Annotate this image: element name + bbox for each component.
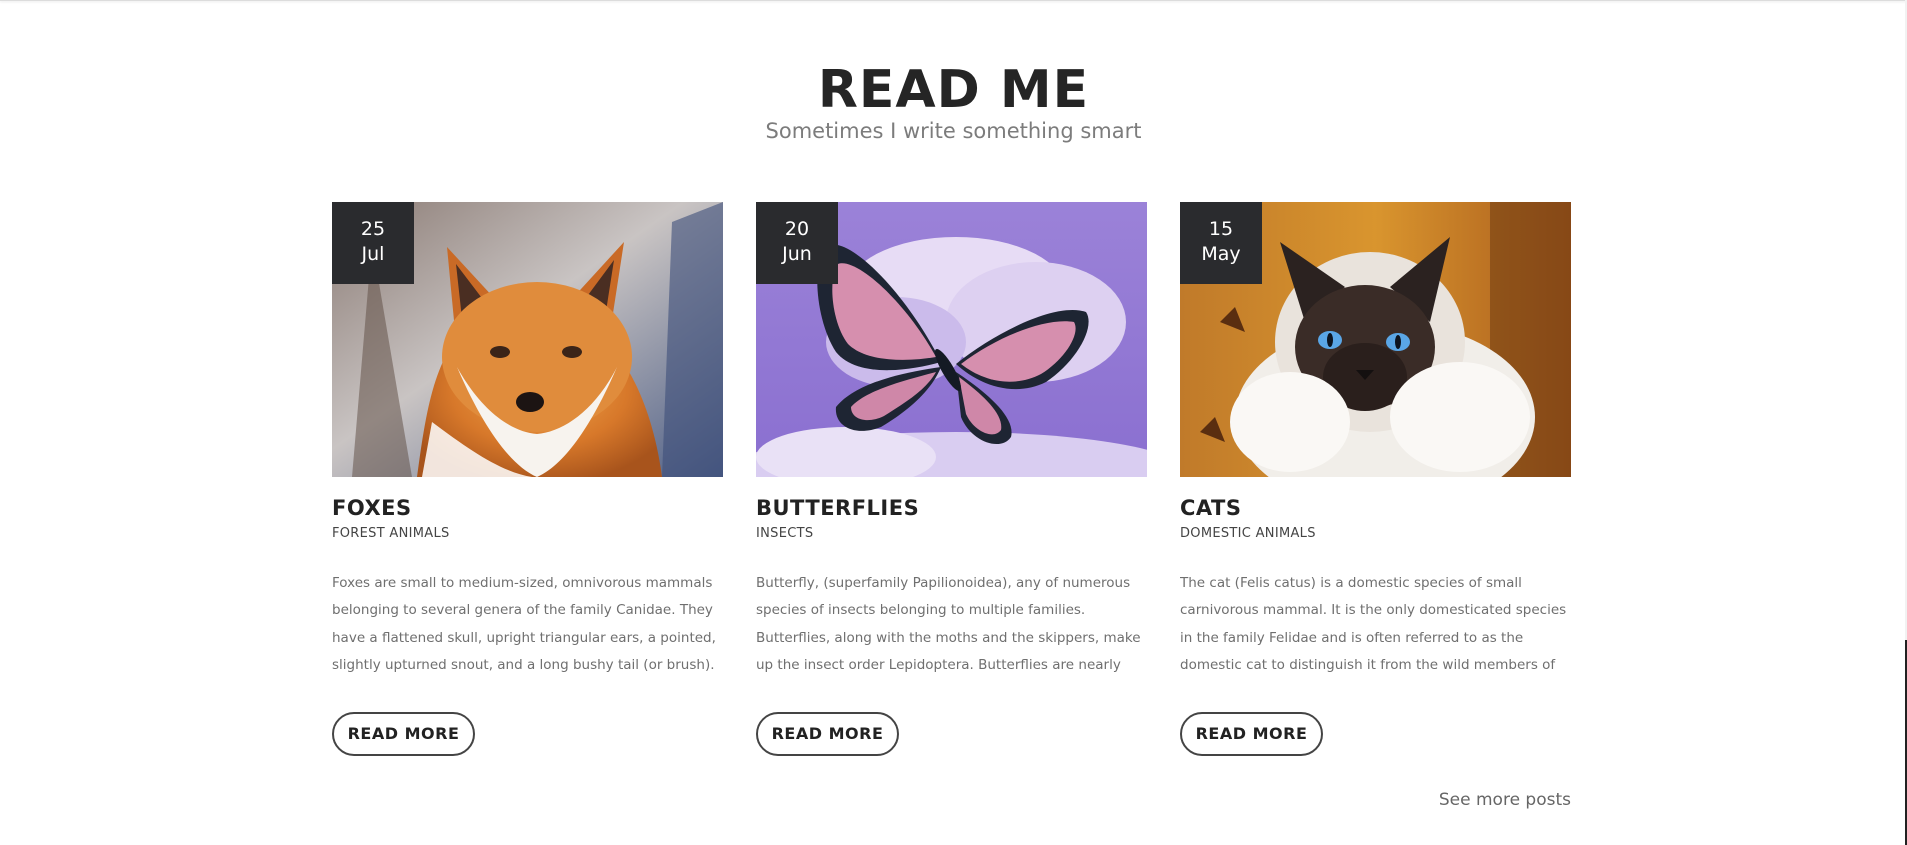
section-subtitle: Sometimes I write something smart <box>765 119 1142 143</box>
post-excerpt: Butterfly, (superfamily Papilionoidea), … <box>756 575 1141 673</box>
date-badge: 25 Jul <box>332 202 414 284</box>
post-card-butterflies: 20 Jun BUTTERFLIES INSECTS Butterfly, (s… <box>756 202 1147 756</box>
date-day: 15 <box>1208 218 1234 240</box>
top-divider <box>0 0 1907 1</box>
read-more-button[interactable]: READ MORE <box>756 712 899 756</box>
post-title[interactable]: BUTTERFLIES <box>756 495 1147 521</box>
post-title[interactable]: FOXES <box>332 495 723 521</box>
date-day: 25 <box>360 218 386 240</box>
post-card-cats: 15 May CATS DOMESTIC ANIMALS The cat (Fe… <box>1180 202 1571 756</box>
post-image-cats[interactable]: 15 May <box>1180 202 1571 477</box>
date-month: Jun <box>782 243 812 265</box>
date-day: 20 <box>784 218 810 240</box>
post-card-foxes: 25 Jul FOXES FOREST ANIMALS Foxes are sm… <box>332 202 723 756</box>
post-image-foxes[interactable]: 25 Jul <box>332 202 723 477</box>
post-excerpt: The cat (Felis catus) is a domestic spec… <box>1180 575 1567 673</box>
post-category: FOREST ANIMALS <box>332 526 450 541</box>
post-title[interactable]: CATS <box>1180 495 1571 521</box>
date-month: May <box>1201 243 1241 265</box>
read-more-button[interactable]: READ MORE <box>332 712 475 756</box>
date-badge: 20 Jun <box>756 202 838 284</box>
section-title: READ ME <box>817 60 1090 120</box>
read-more-button[interactable]: READ MORE <box>1180 712 1323 756</box>
post-image-butterflies[interactable]: 20 Jun <box>756 202 1147 477</box>
post-category: INSECTS <box>756 526 814 541</box>
see-more-posts-link[interactable]: See more posts <box>1400 789 1571 811</box>
date-month: Jul <box>361 243 385 265</box>
post-category: DOMESTIC ANIMALS <box>1180 526 1316 541</box>
date-badge: 15 May <box>1180 202 1262 284</box>
post-excerpt: Foxes are small to medium-sized, omnivor… <box>332 575 716 673</box>
